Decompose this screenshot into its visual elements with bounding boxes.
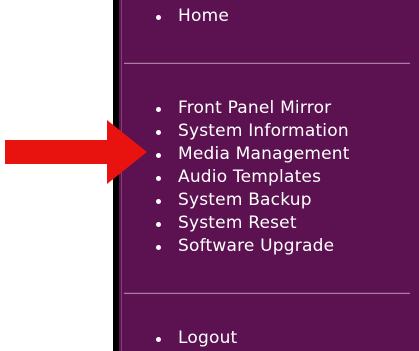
nav-bottom-list: Logout — [150, 327, 237, 350]
bullet-icon — [156, 130, 161, 135]
arrow-shape — [5, 120, 147, 184]
nav-main-list: Front Panel Mirror System Information Me… — [150, 97, 350, 258]
menu-divider — [124, 292, 410, 294]
nav-item-label: Logout — [178, 328, 238, 348]
nav-item-home[interactable]: Home — [150, 5, 229, 28]
nav-item-software-upgrade[interactable]: Software Upgrade — [150, 235, 350, 258]
bullet-icon — [156, 337, 161, 342]
bullet-icon — [156, 245, 161, 250]
nav-item-label: Home — [178, 6, 230, 26]
nav-item-system-information[interactable]: System Information — [150, 120, 350, 143]
nav-item-label: Software Upgrade — [178, 236, 335, 256]
nav-top-list: Home — [150, 5, 229, 28]
bullet-icon — [156, 15, 161, 20]
nav-item-label: Front Panel Mirror — [178, 98, 332, 118]
nav-item-label: Audio Templates — [178, 167, 322, 187]
bullet-icon — [156, 176, 161, 181]
nav-item-label: System Information — [178, 121, 349, 141]
nav-item-system-backup[interactable]: System Backup — [150, 189, 350, 212]
nav-item-audio-templates[interactable]: Audio Templates — [150, 166, 350, 189]
nav-item-label: System Backup — [178, 190, 312, 210]
nav-item-front-panel-mirror[interactable]: Front Panel Mirror — [150, 97, 350, 120]
nav-item-label: System Reset — [178, 213, 297, 233]
bullet-icon — [156, 153, 161, 158]
nav-item-system-reset[interactable]: System Reset — [150, 212, 350, 235]
right-arrow-icon — [5, 120, 147, 184]
menu-divider — [124, 62, 410, 64]
bullet-icon — [156, 199, 161, 204]
nav-item-media-management[interactable]: Media Management — [150, 143, 350, 166]
nav-item-logout[interactable]: Logout — [150, 327, 237, 350]
bullet-icon — [156, 222, 161, 227]
bullet-icon — [156, 107, 161, 112]
nav-item-label: Media Management — [178, 144, 350, 164]
